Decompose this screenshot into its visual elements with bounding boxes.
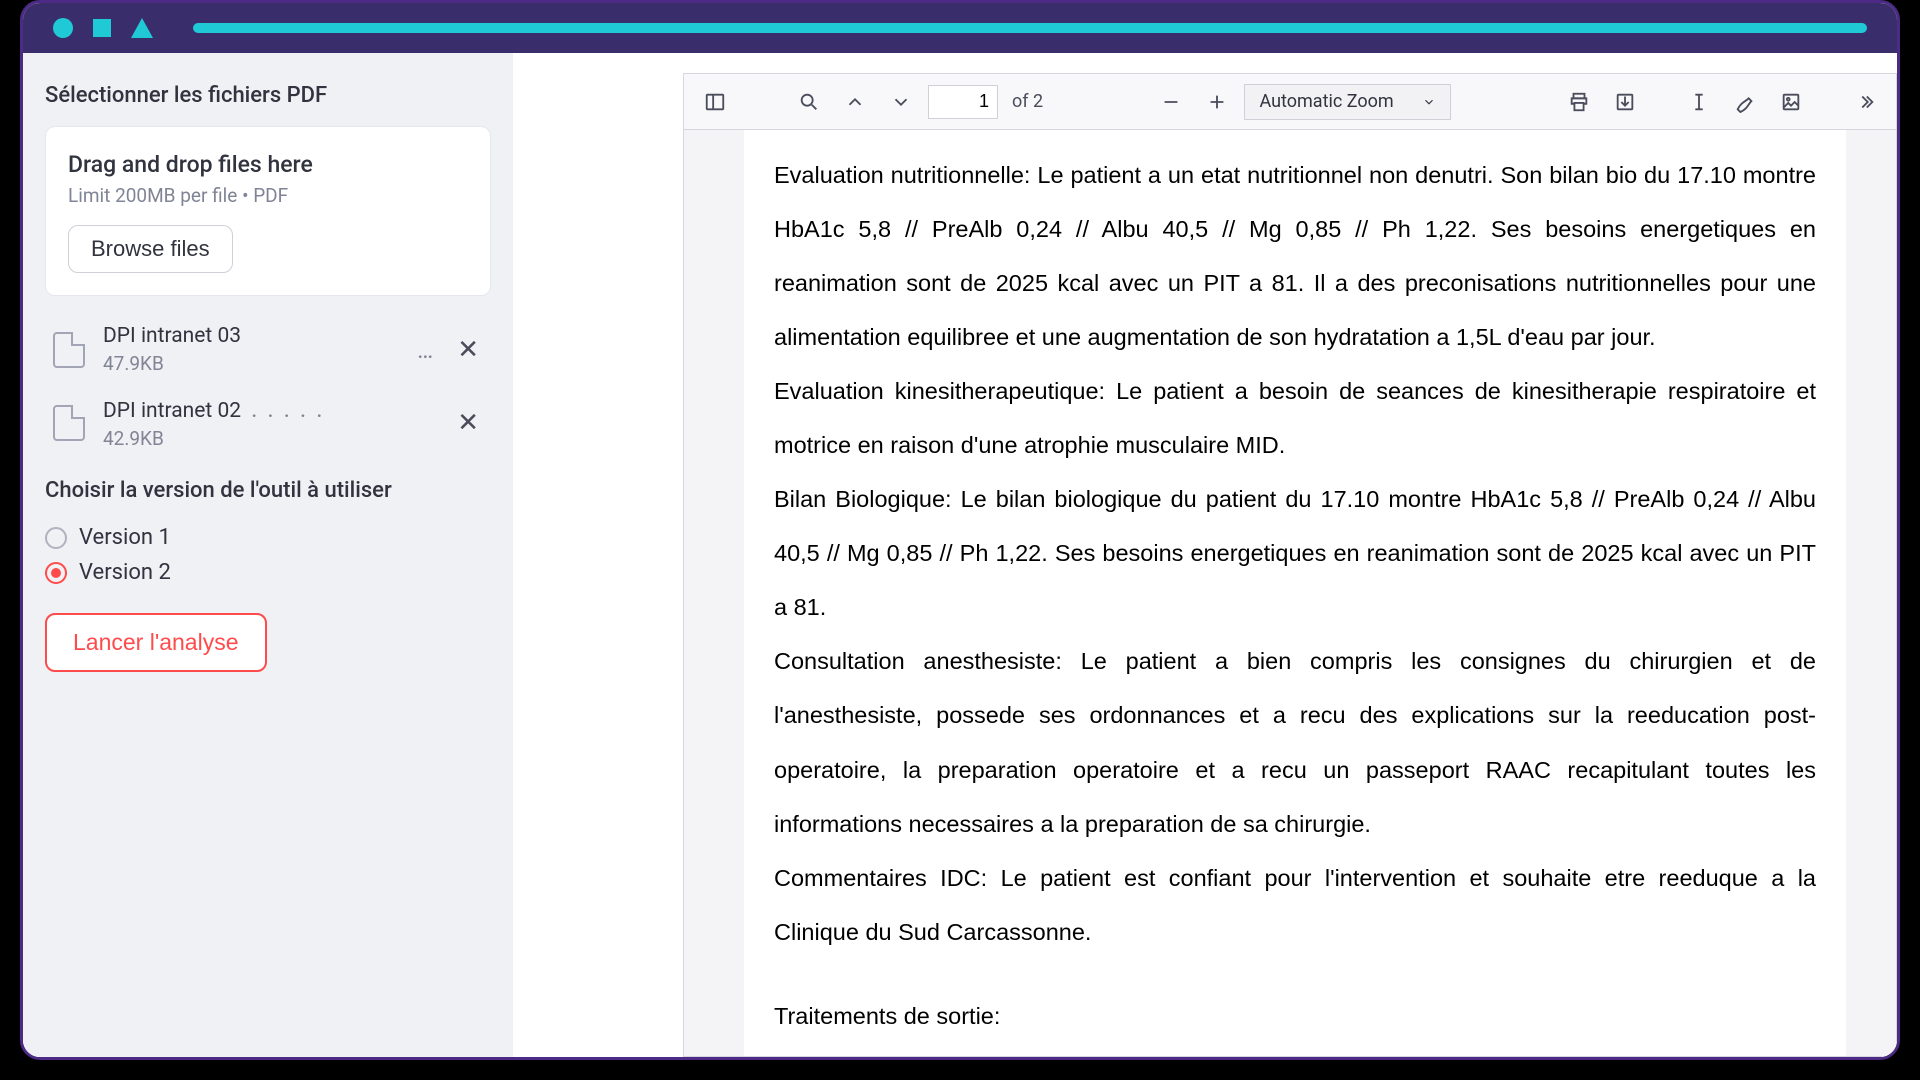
content-area: Sélectionner les fichiers PDF Drag and d… [23, 53, 1897, 1057]
page-total-label: of 2 [1012, 91, 1043, 112]
file-remove-button[interactable]: ✕ [451, 335, 485, 365]
doc-heading: Traitements de sortie: [774, 989, 1816, 1043]
doc-paragraph: Commentaires IDC: Le patient est confian… [774, 851, 1816, 959]
dropzone-title: Drag and drop files here [68, 151, 468, 178]
file-select-label: Sélectionner les fichiers PDF [45, 83, 491, 108]
pdf-page-area[interactable]: Evaluation nutritionnelle: Le patient a … [684, 130, 1896, 1056]
zoom-in-icon[interactable] [1198, 83, 1236, 121]
file-more-icon[interactable]: … [417, 336, 435, 364]
zoom-select-label: Automatic Zoom [1259, 91, 1393, 112]
sidebar-toggle-icon[interactable] [696, 83, 734, 121]
doc-paragraph: Bilan Biologique: Le bilan biologique du… [774, 472, 1816, 634]
title-bar-progress [193, 23, 1867, 33]
title-bar [23, 3, 1897, 53]
file-remove-button[interactable]: ✕ [451, 408, 485, 438]
text-tool-icon[interactable] [1680, 83, 1718, 121]
version-option-2[interactable]: Version 2 [45, 560, 491, 585]
document-body: Evaluation nutritionnelle: Le patient a … [774, 148, 1816, 1043]
pdf-toolbar: of 2 Automatic Zoom [684, 74, 1896, 130]
pdf-page-sheet: Evaluation nutritionnelle: Le patient a … [744, 130, 1846, 1056]
launch-analysis-button[interactable]: Lancer l'analyse [45, 613, 267, 672]
file-name: DPI intranet 03 [103, 324, 401, 348]
sidebar: Sélectionner les fichiers PDF Drag and d… [23, 53, 513, 1057]
doc-paragraph: Evaluation kinesitherapeutique: Le patie… [774, 364, 1816, 472]
zoom-select[interactable]: Automatic Zoom [1244, 84, 1450, 120]
main-panel: of 2 Automatic Zoom [513, 53, 1897, 1057]
download-icon[interactable] [1606, 83, 1644, 121]
more-tools-icon[interactable] [1846, 83, 1884, 121]
file-icon [51, 403, 87, 443]
file-row: DPI intranet 03 47.9KB … ✕ [45, 314, 491, 385]
image-tool-icon[interactable] [1772, 83, 1810, 121]
window-control-circle-icon[interactable] [53, 18, 73, 38]
file-size: 47.9KB [103, 352, 401, 375]
prev-page-icon[interactable] [836, 83, 874, 121]
version-option-1[interactable]: Version 1 [45, 525, 491, 550]
radio-label: Version 1 [79, 525, 171, 550]
app-window: Sélectionner les fichiers PDF Drag and d… [20, 0, 1900, 1060]
version-label: Choisir la version de l'outil à utiliser [45, 478, 491, 503]
file-name: DPI intranet 02 [103, 399, 241, 423]
page-number-input[interactable] [928, 85, 998, 119]
pdf-viewer: of 2 Automatic Zoom [683, 73, 1897, 1057]
radio-label: Version 2 [79, 560, 171, 585]
next-page-icon[interactable] [882, 83, 920, 121]
file-name-ellipsis-icon: . . . . . [251, 395, 324, 423]
version-radio-group: Version 1 Version 2 [45, 525, 491, 585]
file-icon [51, 330, 87, 370]
window-control-square-icon[interactable] [93, 19, 111, 37]
zoom-out-icon[interactable] [1152, 83, 1190, 121]
file-list: DPI intranet 03 47.9KB … ✕ DPI intranet … [45, 314, 491, 460]
chevron-down-icon [1422, 95, 1436, 109]
window-control-triangle-icon[interactable] [131, 18, 153, 38]
print-icon[interactable] [1560, 83, 1598, 121]
doc-paragraph: Evaluation nutritionnelle: Le patient a … [774, 148, 1816, 364]
file-dropzone[interactable]: Drag and drop files here Limit 200MB per… [45, 126, 491, 296]
browse-files-button[interactable]: Browse files [68, 225, 233, 273]
draw-tool-icon[interactable] [1726, 83, 1764, 121]
file-size: 42.9KB [103, 427, 435, 450]
search-icon[interactable] [790, 83, 828, 121]
doc-paragraph: Consultation anesthesiste: Le patient a … [774, 634, 1816, 850]
radio-icon [45, 527, 67, 549]
dropzone-subtitle: Limit 200MB per file • PDF [68, 184, 468, 207]
file-row: DPI intranet 02 . . . . . 42.9KB ✕ [45, 385, 491, 460]
radio-icon [45, 562, 67, 584]
